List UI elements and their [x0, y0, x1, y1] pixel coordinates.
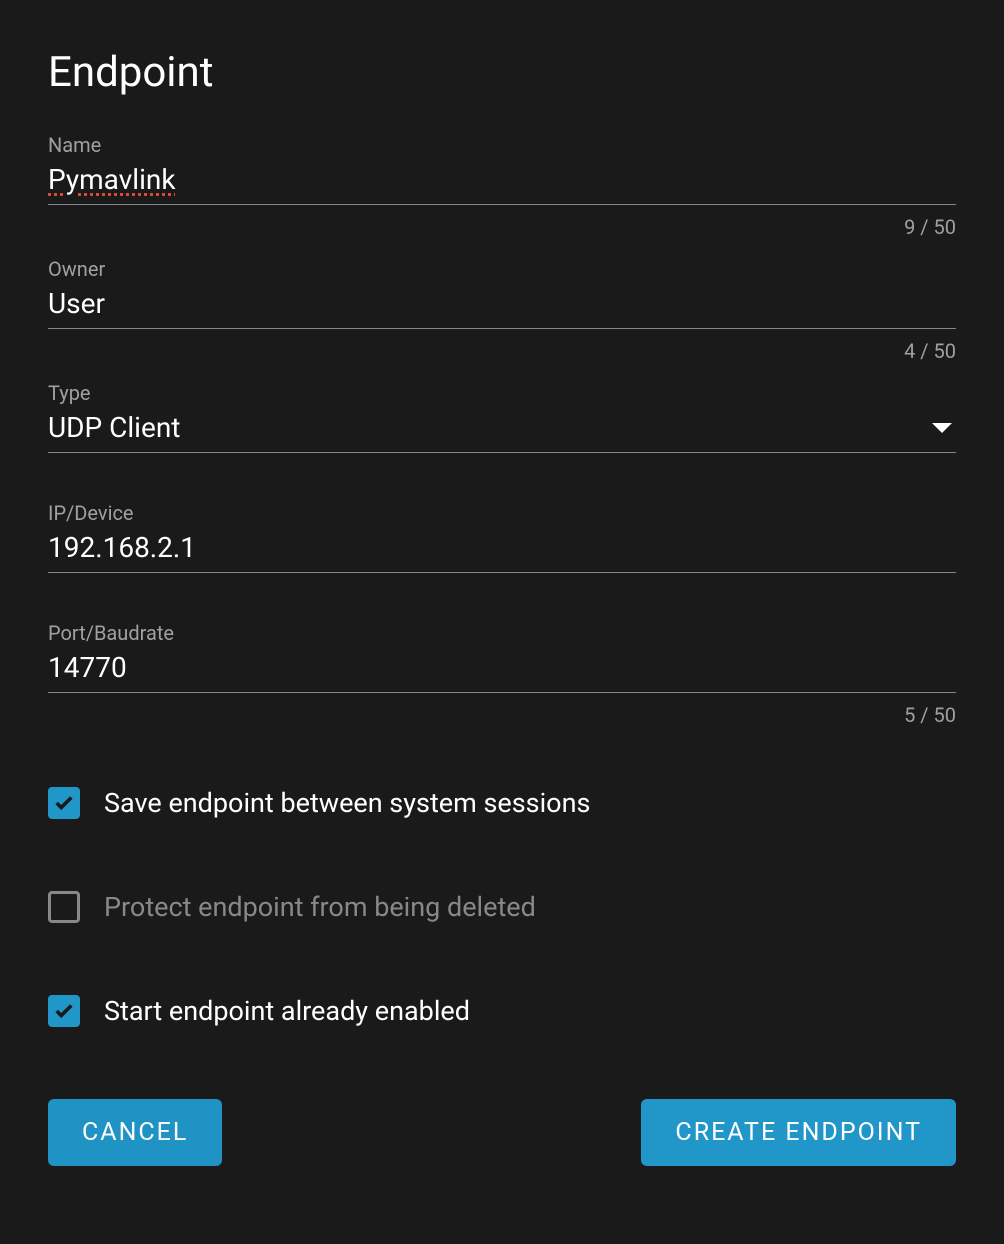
protect-checkbox[interactable] — [48, 891, 80, 923]
save-checkbox-label: Save endpoint between system sessions — [104, 787, 590, 819]
name-input[interactable] — [48, 163, 956, 196]
port-label: Port/Baudrate — [48, 621, 956, 645]
button-row: CANCEL CREATE ENDPOINT — [48, 1099, 956, 1166]
name-counter: 9 / 50 — [48, 215, 956, 239]
type-select[interactable]: UDP Client — [48, 411, 956, 453]
ip-label: IP/Device — [48, 501, 956, 525]
create-endpoint-button[interactable]: CREATE ENDPOINT — [641, 1099, 956, 1166]
protect-checkbox-label: Protect endpoint from being deleted — [104, 891, 536, 923]
protect-checkbox-row: Protect endpoint from being deleted — [48, 891, 956, 923]
type-value: UDP Client — [48, 411, 932, 444]
name-label: Name — [48, 133, 956, 157]
save-checkbox[interactable] — [48, 787, 80, 819]
port-field: Port/Baudrate — [48, 621, 956, 693]
chevron-down-icon — [932, 423, 952, 433]
owner-field: Owner — [48, 257, 956, 329]
name-field: Name — [48, 133, 956, 205]
start-checkbox-row: Start endpoint already enabled — [48, 995, 956, 1027]
ip-input[interactable] — [48, 531, 956, 564]
checkmark-icon — [53, 792, 75, 814]
owner-input[interactable] — [48, 287, 956, 320]
ip-field: IP/Device — [48, 501, 956, 573]
type-label: Type — [48, 381, 956, 405]
checkmark-icon — [53, 1000, 75, 1022]
dialog-title: Endpoint — [48, 48, 956, 97]
port-input[interactable] — [48, 651, 956, 684]
owner-counter: 4 / 50 — [48, 339, 956, 363]
port-counter: 5 / 50 — [48, 703, 956, 727]
type-field: Type UDP Client — [48, 381, 956, 453]
cancel-button[interactable]: CANCEL — [48, 1099, 222, 1166]
start-checkbox[interactable] — [48, 995, 80, 1027]
owner-label: Owner — [48, 257, 956, 281]
start-checkbox-label: Start endpoint already enabled — [104, 995, 470, 1027]
save-checkbox-row: Save endpoint between system sessions — [48, 787, 956, 819]
